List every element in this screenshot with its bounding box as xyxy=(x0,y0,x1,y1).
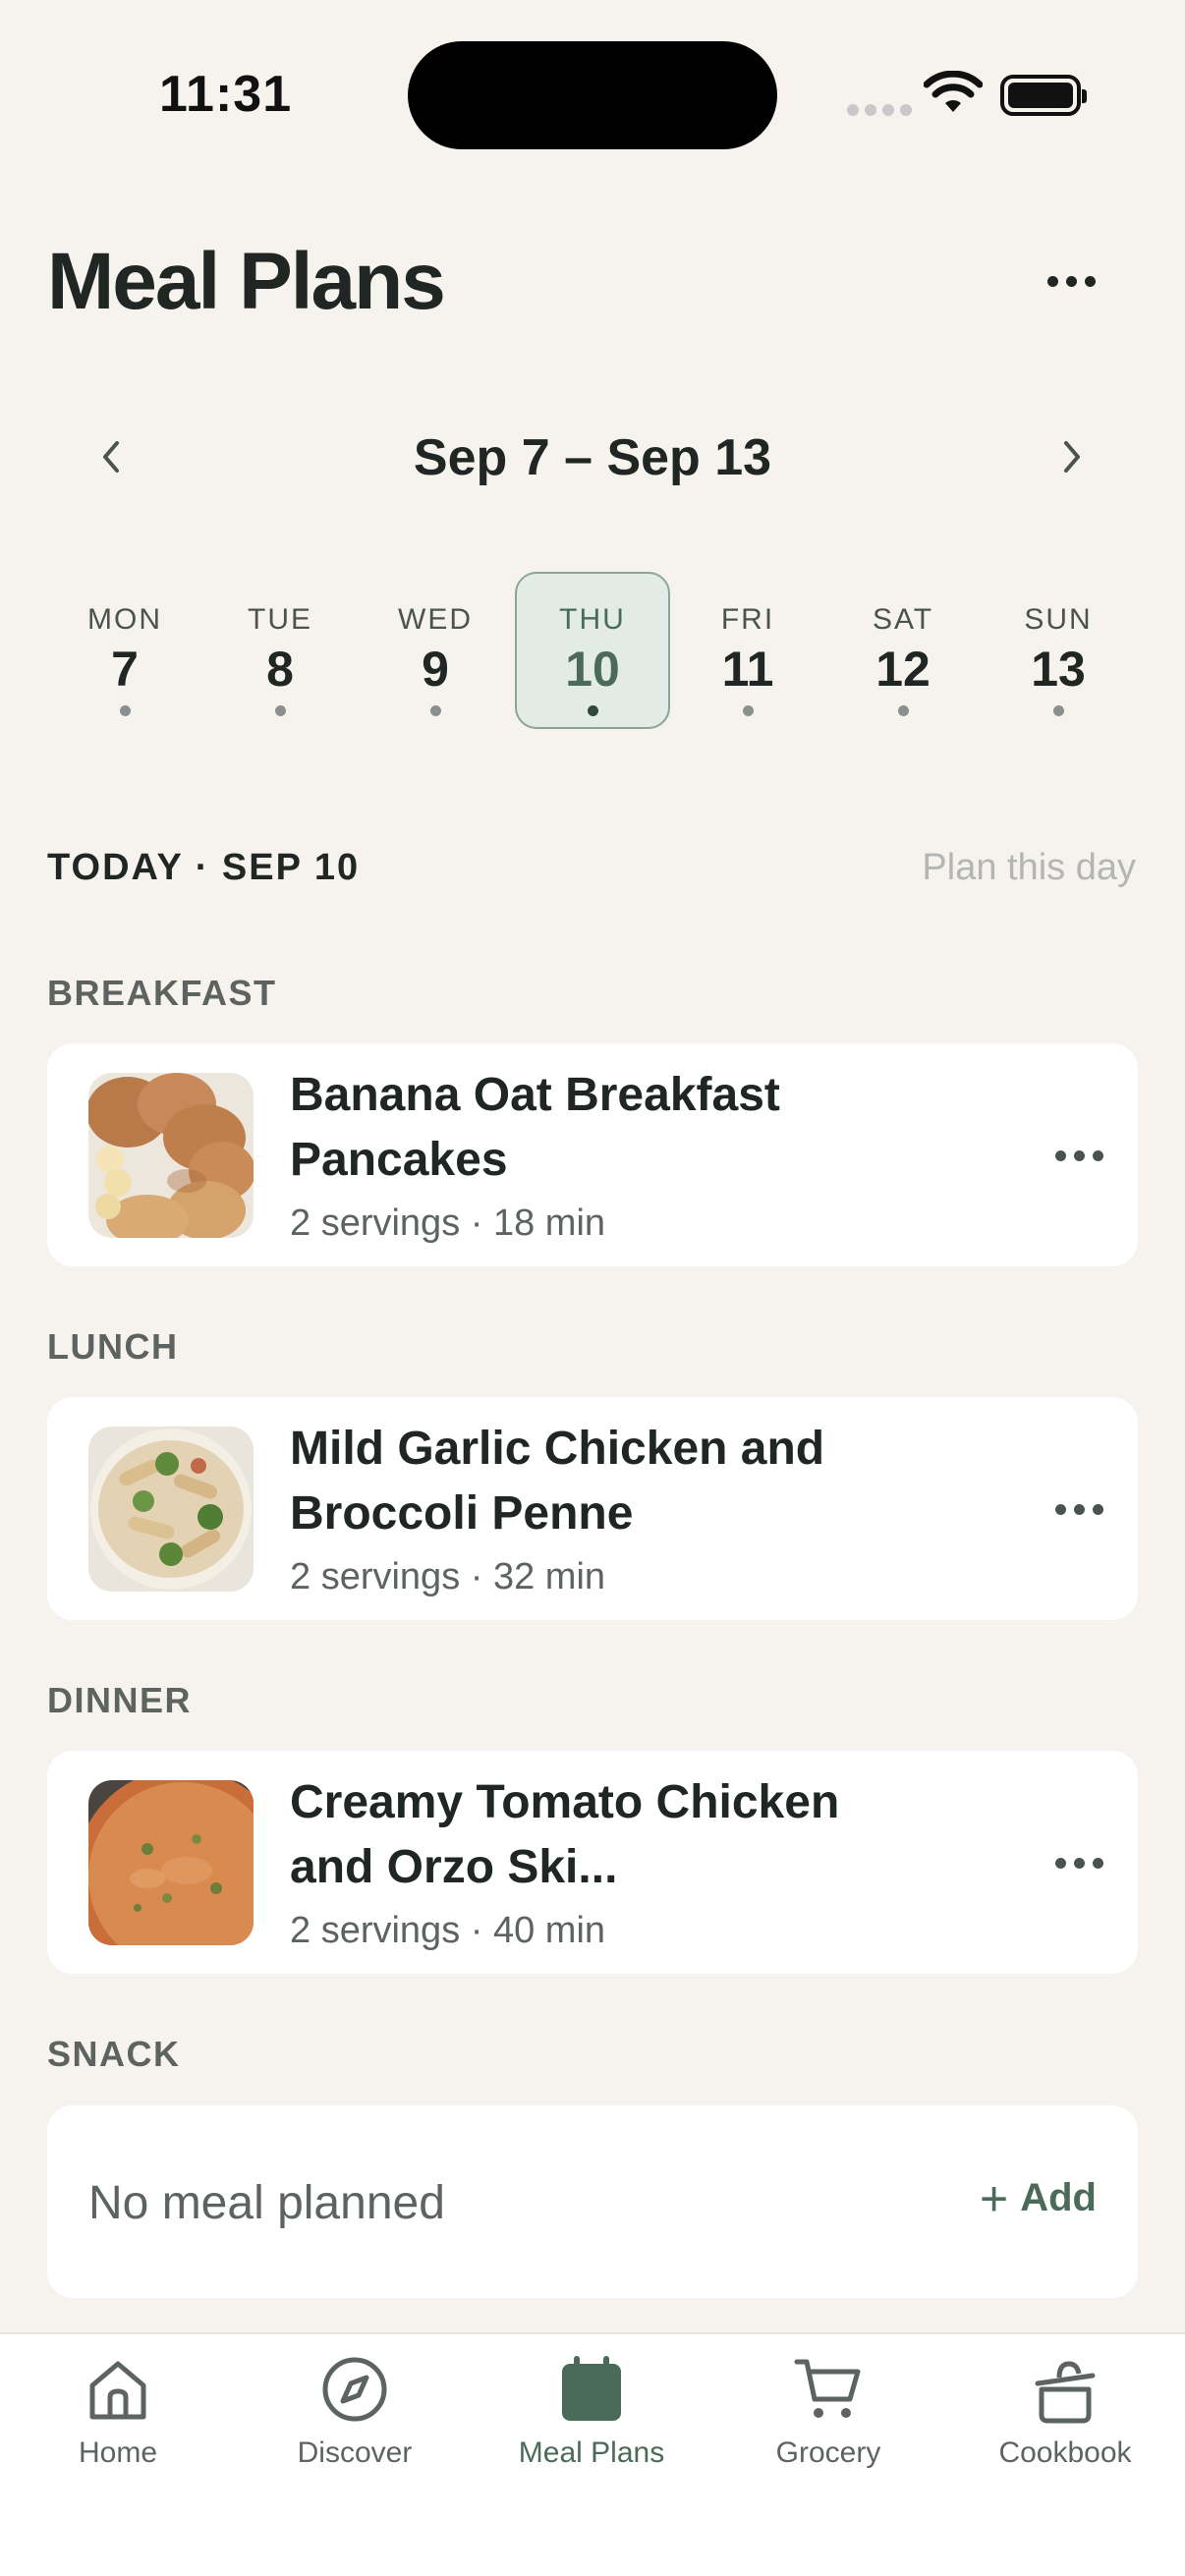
status-bar: 11:31 xyxy=(0,0,1185,149)
more-options-button[interactable] xyxy=(1032,252,1110,310)
next-week-button[interactable] xyxy=(1038,422,1106,491)
day-indicator-dot xyxy=(429,705,441,716)
day-sat[interactable]: SAT 12 xyxy=(825,572,981,729)
day-fri[interactable]: FRI 11 xyxy=(670,572,825,729)
day-mon[interactable]: MON 7 xyxy=(47,572,202,729)
add-label: Add xyxy=(1020,2176,1097,2219)
day-indicator-dot xyxy=(1052,705,1064,716)
tab-grocery[interactable]: Grocery xyxy=(730,2354,927,2501)
battery-icon xyxy=(1000,75,1087,116)
day-number: 8 xyxy=(266,642,294,697)
day-number: 11 xyxy=(721,642,774,697)
day-name: TUE xyxy=(248,603,312,636)
meal-image-penne xyxy=(88,1427,254,1592)
day-name: WED xyxy=(398,603,473,636)
tab-label: Meal Plans xyxy=(518,2436,665,2469)
day-tue[interactable]: TUE 8 xyxy=(202,572,358,729)
page-title: Meal Plans xyxy=(47,237,446,326)
day-number: 10 xyxy=(565,642,620,697)
day-indicator-dot xyxy=(742,705,754,716)
day-number: 9 xyxy=(422,642,449,697)
empty-meal-text: No meal planned xyxy=(88,2177,445,2229)
day-sun[interactable]: SUN 13 xyxy=(981,572,1136,729)
day-number: 7 xyxy=(111,642,139,697)
day-name: THU xyxy=(559,603,626,636)
wifi-icon xyxy=(924,71,983,112)
tab-cookbook[interactable]: Cookbook xyxy=(967,2354,1163,2501)
day-name: SAT xyxy=(872,603,934,636)
section-label-lunch: LUNCH xyxy=(47,1326,179,1367)
meal-options-button[interactable] xyxy=(1040,1126,1118,1185)
meal-options-button[interactable] xyxy=(1040,1833,1118,1892)
meal-title: Banana Oat Breakfast Pancakes xyxy=(290,1069,780,1186)
section-label-breakfast: BREAKFAST xyxy=(47,973,277,1013)
pot-icon xyxy=(1035,2361,1096,2424)
meal-card-dinner[interactable]: Creamy Tomato Chicken and Orzo Ski... 2 … xyxy=(47,1751,1138,1974)
tab-discover[interactable]: Discover xyxy=(256,2354,453,2501)
day-selector: MON 7 TUE 8 WED 9 THU 10 FRI 11 SAT 12 S… xyxy=(47,572,1138,729)
calendar-icon xyxy=(562,2356,621,2421)
add-snack-button[interactable]: + Add xyxy=(980,2170,1097,2226)
previous-week-button[interactable] xyxy=(77,422,145,491)
status-time: 11:31 xyxy=(159,66,293,123)
day-name: MON xyxy=(87,603,162,636)
chevron-right-icon xyxy=(1064,441,1080,473)
day-name: FRI xyxy=(720,603,775,636)
day-indicator-dot xyxy=(274,705,286,716)
week-range-label: Sep 7 – Sep 13 xyxy=(413,429,772,486)
compass-icon xyxy=(322,2357,387,2422)
tab-label: Home xyxy=(78,2436,158,2469)
tab-meal-plans[interactable]: Meal Plans xyxy=(493,2354,690,2501)
dynamic-island xyxy=(408,41,777,149)
section-label-dinner: DINNER xyxy=(47,1680,193,1720)
day-indicator-dot xyxy=(897,705,909,716)
cellular-signal-icon xyxy=(847,104,912,116)
tab-label: Grocery xyxy=(775,2436,881,2469)
plus-icon: + xyxy=(980,2170,1009,2226)
day-name: SUN xyxy=(1024,603,1093,636)
section-label-snack: SNACK xyxy=(47,2034,181,2074)
meal-title: Mild Garlic Chicken and Broccoli Penne xyxy=(290,1423,825,1540)
meal-options-button[interactable] xyxy=(1040,1480,1118,1539)
tab-label: Cookbook xyxy=(998,2436,1132,2469)
meal-meta: 2 servings · 18 min xyxy=(290,1203,606,1244)
meal-meta: 2 servings · 40 min xyxy=(290,1910,606,1951)
home-icon xyxy=(89,2361,146,2420)
today-date-label: TODAY · SEP 10 xyxy=(47,847,361,888)
cart-icon xyxy=(794,2359,861,2418)
meal-title: Creamy Tomato Chicken and Orzo Ski... xyxy=(290,1776,840,1893)
plan-this-day-button[interactable]: Plan this day xyxy=(922,847,1136,889)
meal-image-pancakes xyxy=(88,1073,254,1238)
tab-home[interactable]: Home xyxy=(20,2354,216,2501)
meal-card-breakfast[interactable]: Banana Oat Breakfast Pancakes 2 servings… xyxy=(47,1043,1138,1266)
day-wed[interactable]: WED 9 xyxy=(358,572,513,729)
tab-bar: Home Discover Meal Plans Grocery Cookboo… xyxy=(0,2332,1185,2576)
meal-meta: 2 servings · 32 min xyxy=(290,1556,606,1597)
meal-card-lunch[interactable]: Mild Garlic Chicken and Broccoli Penne 2… xyxy=(47,1397,1138,1620)
meal-image-orzo-skillet xyxy=(88,1780,254,1945)
day-indicator-dot xyxy=(119,705,131,716)
day-indicator-dot xyxy=(587,705,598,716)
day-number: 13 xyxy=(1031,642,1086,697)
chevron-left-icon xyxy=(103,441,119,473)
snack-empty-card: No meal planned + Add xyxy=(47,2105,1138,2298)
day-thu-selected[interactable]: THU 10 xyxy=(515,572,670,729)
tab-label: Discover xyxy=(297,2436,413,2469)
day-number: 12 xyxy=(875,642,931,697)
